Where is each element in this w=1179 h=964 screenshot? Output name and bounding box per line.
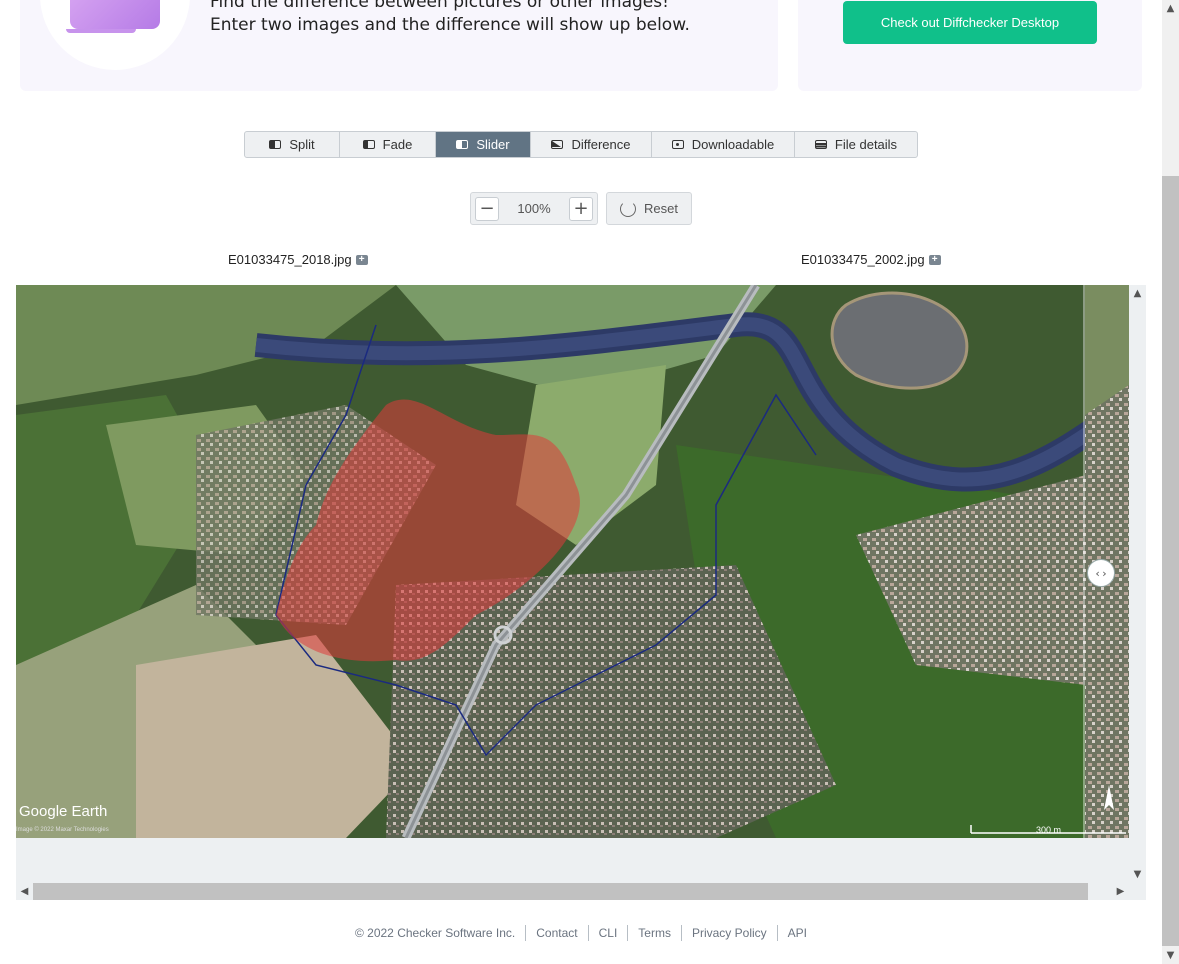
slider-icon bbox=[456, 140, 469, 149]
slider-handle[interactable]: ‹› bbox=[1087, 559, 1115, 587]
tab-label: Difference bbox=[571, 137, 631, 152]
scroll-down-icon[interactable]: ▼ bbox=[1129, 866, 1146, 883]
viewer-horizontal-scrollbar[interactable]: ◀ ▶ bbox=[16, 883, 1146, 900]
tab-file-details[interactable]: File details bbox=[795, 132, 917, 157]
tab-label: Slider bbox=[476, 137, 510, 152]
zoom-level: 100% bbox=[517, 201, 551, 216]
footer-link-terms[interactable]: Terms bbox=[627, 925, 681, 941]
scroll-right-icon[interactable]: ▶ bbox=[1112, 883, 1129, 900]
zoom-out-button[interactable]: − bbox=[475, 196, 499, 221]
tab-slider[interactable]: Slider bbox=[436, 132, 531, 157]
tab-difference[interactable]: Difference bbox=[531, 132, 652, 157]
desktop-promo-button[interactable]: Check out Diffchecker Desktop bbox=[843, 1, 1097, 44]
file-details-icon bbox=[814, 140, 827, 149]
tab-fade[interactable]: Fade bbox=[340, 132, 436, 157]
right-file-add-icon[interactable]: + bbox=[928, 254, 941, 265]
left-file-label: E01033475_2018.jpg bbox=[228, 252, 352, 267]
tab-downloadable[interactable]: Downloadable bbox=[652, 132, 795, 157]
left-file-name: E01033475_2018.jpg + bbox=[228, 252, 368, 267]
imagery-copyright: Image © 2022 Maxar Technologies bbox=[16, 827, 109, 833]
google-earth-logo: Google Earth bbox=[19, 803, 108, 820]
footer-link-contact[interactable]: Contact bbox=[525, 925, 587, 941]
intro-line-2: Enter two images and the difference will… bbox=[210, 15, 690, 35]
split-icon bbox=[269, 140, 282, 149]
footer: © 2022 Checker Software Inc. Contact CLI… bbox=[0, 925, 1162, 941]
download-icon bbox=[671, 140, 684, 149]
satellite-image[interactable]: Google Earth Image © 2022 Maxar Technolo… bbox=[16, 285, 1129, 838]
page-scroll-thumb[interactable] bbox=[1162, 176, 1179, 946]
scroll-left-icon[interactable]: ◀ bbox=[16, 883, 33, 900]
tab-label: Downloadable bbox=[691, 137, 775, 152]
promo-card: Check out Diffchecker Desktop bbox=[798, 0, 1142, 91]
scale-label: 300 m bbox=[1036, 825, 1062, 835]
scroll-up-icon[interactable]: ▲ bbox=[1129, 285, 1146, 302]
intro-card: Find the difference between pictures or … bbox=[20, 0, 778, 91]
tab-label: Split bbox=[289, 137, 315, 152]
viewer-vertical-scrollbar[interactable]: ▲ ▼ bbox=[1129, 285, 1146, 883]
reset-button[interactable]: Reset bbox=[606, 192, 692, 225]
satellite-image-canvas bbox=[16, 285, 1129, 838]
tab-label: File details bbox=[834, 137, 898, 152]
page: Find the difference between pictures or … bbox=[0, 0, 1179, 964]
right-file-label: E01033475_2002.jpg bbox=[801, 252, 925, 267]
page-scrollbar[interactable]: ▲ ▼ bbox=[1162, 0, 1179, 964]
image-viewer: Google Earth Image © 2022 Maxar Technolo… bbox=[16, 285, 1146, 900]
footer-link-api[interactable]: API bbox=[776, 925, 817, 941]
zoom-control: − 100% + bbox=[470, 192, 598, 225]
page-scroll-down-icon[interactable]: ▼ bbox=[1162, 947, 1179, 964]
image-illustration-icon bbox=[66, 0, 160, 33]
intro-line-1: Find the difference between pictures or … bbox=[210, 0, 669, 12]
zoom-in-button[interactable]: + bbox=[569, 196, 593, 221]
footer-link-privacy[interactable]: Privacy Policy bbox=[680, 925, 777, 941]
right-file-name: E01033475_2002.jpg + bbox=[801, 252, 941, 267]
footer-copyright: © 2022 Checker Software Inc. bbox=[354, 926, 516, 940]
tab-label: Fade bbox=[382, 137, 413, 152]
footer-link-cli[interactable]: CLI bbox=[587, 925, 628, 941]
reset-icon bbox=[620, 200, 637, 217]
page-scroll-up-icon[interactable]: ▲ bbox=[1162, 0, 1179, 17]
left-file-add-icon[interactable]: + bbox=[355, 254, 368, 265]
view-mode-tabs: Split Fade Slider Difference Downloadabl… bbox=[244, 131, 918, 158]
difference-icon bbox=[551, 140, 564, 149]
fade-icon bbox=[362, 140, 375, 149]
tab-split[interactable]: Split bbox=[245, 132, 340, 157]
horizontal-scroll-thumb[interactable] bbox=[33, 883, 1088, 900]
reset-label: Reset bbox=[644, 201, 678, 216]
